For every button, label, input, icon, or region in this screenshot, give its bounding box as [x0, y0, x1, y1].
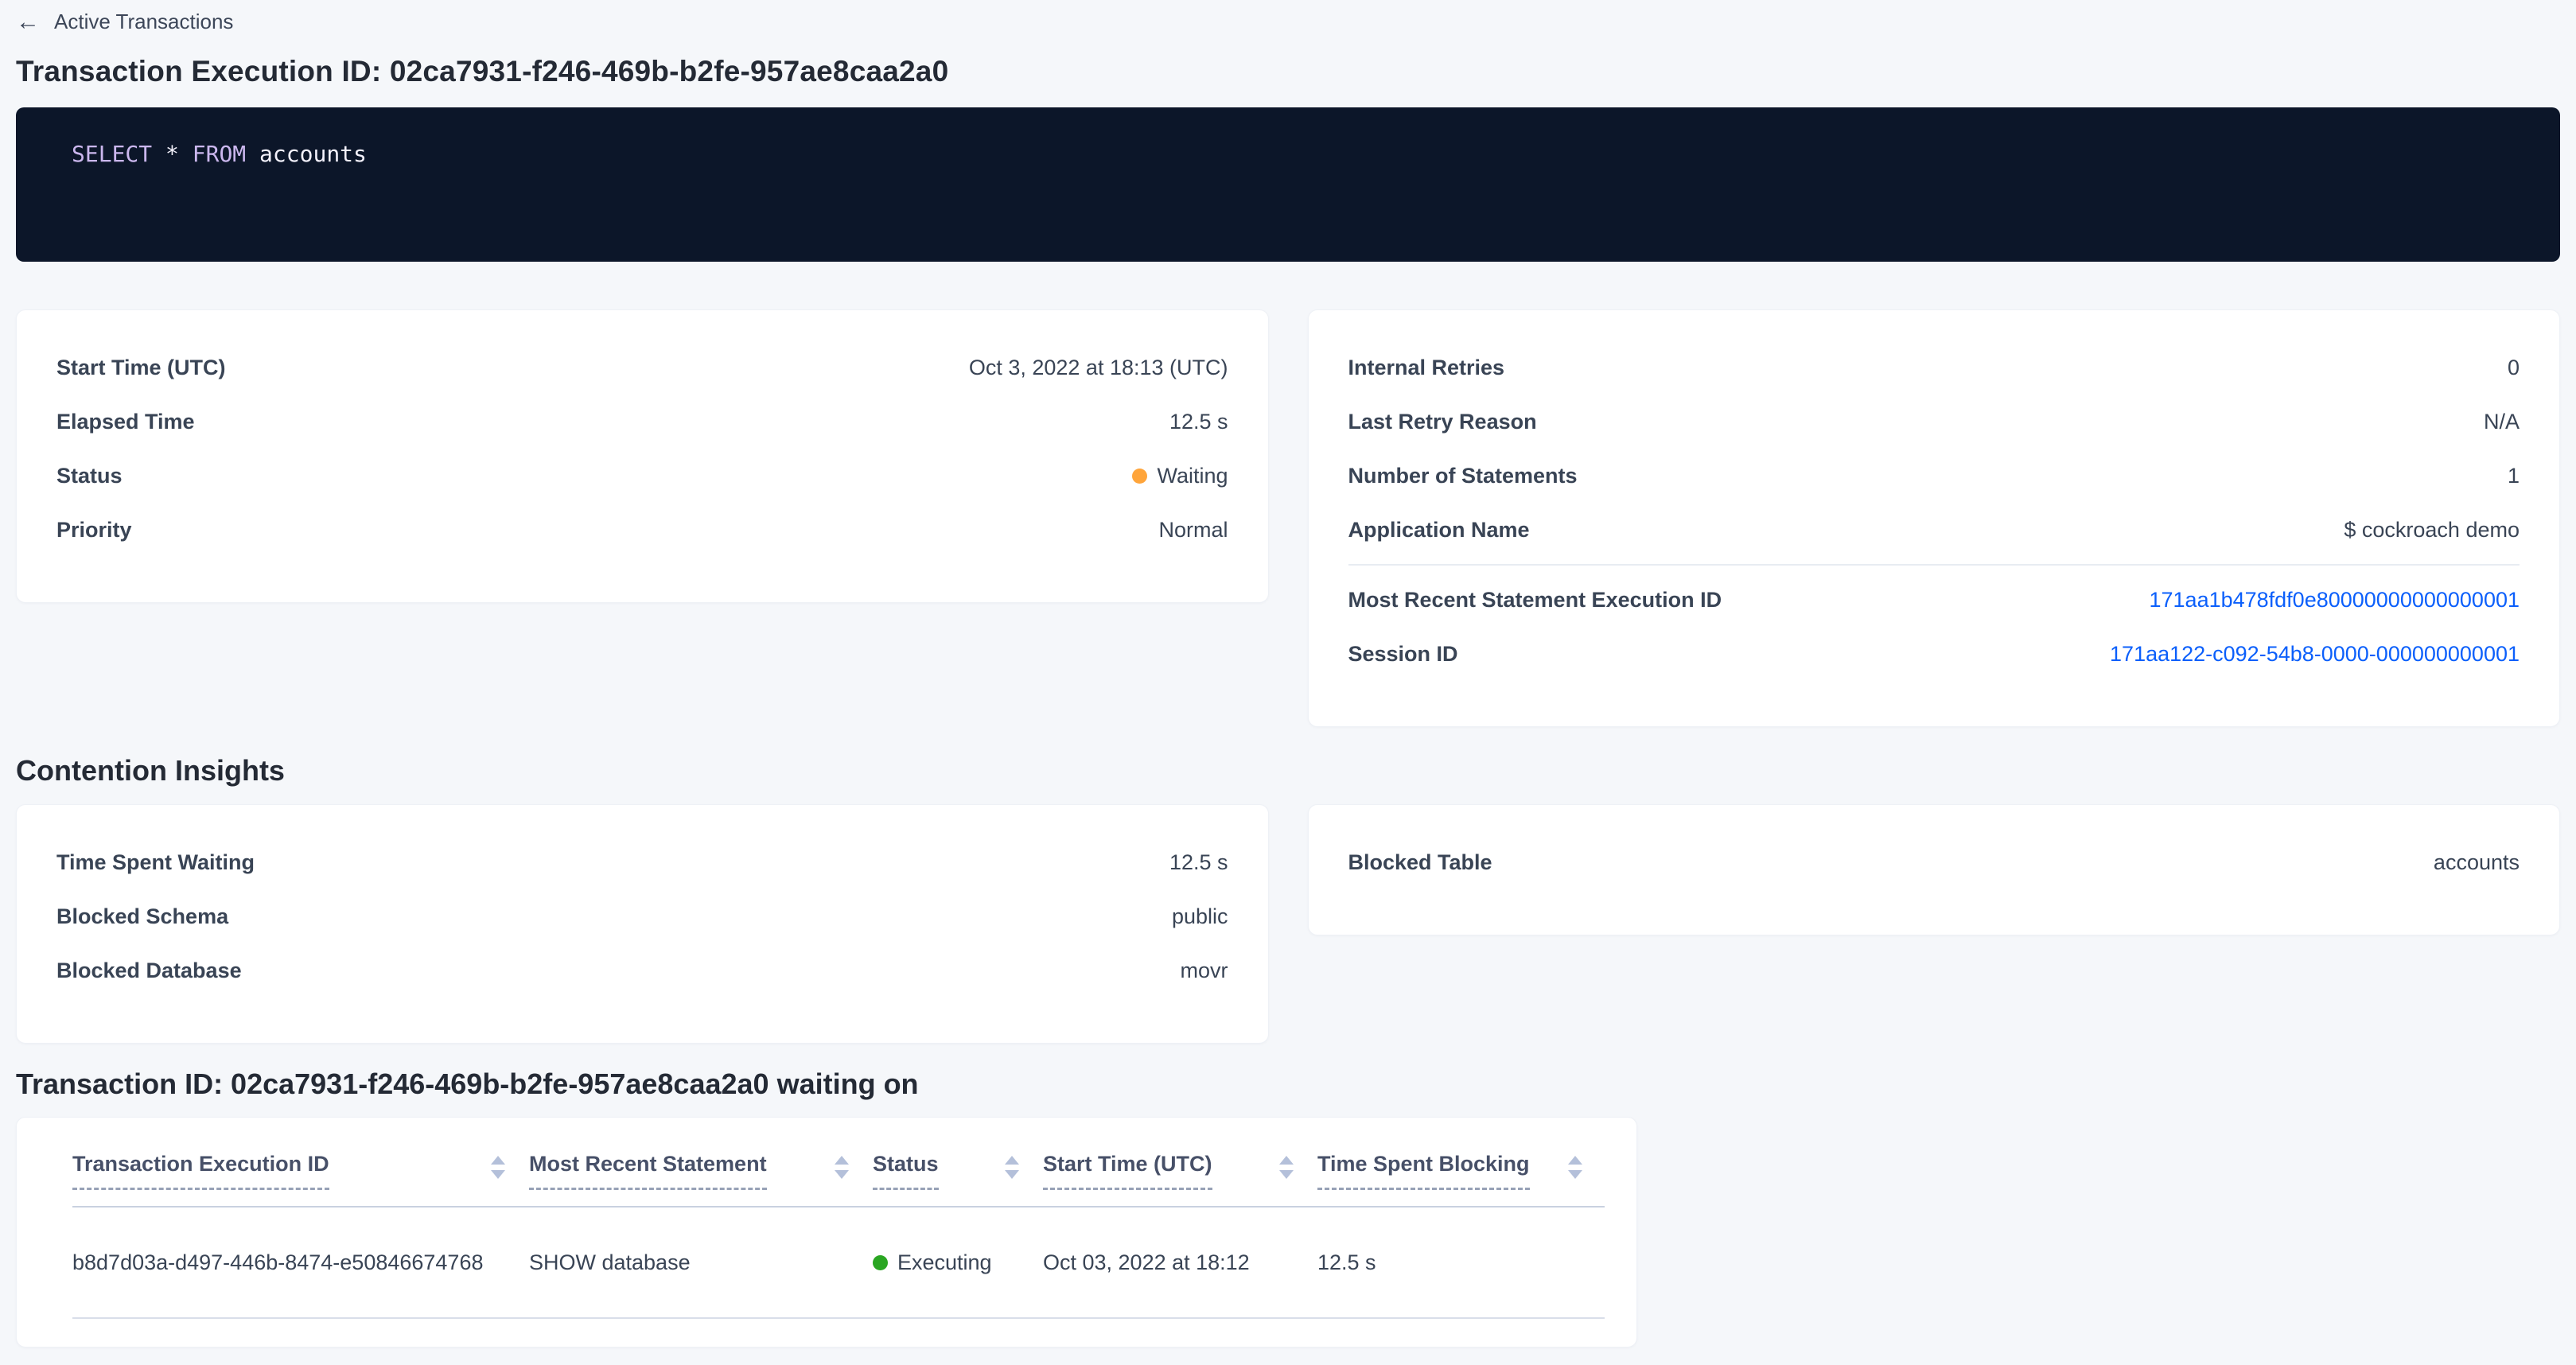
blocked-schema-label: Blocked Schema — [56, 904, 228, 929]
statement-execution-id-label: Most Recent Statement Execution ID — [1348, 588, 1722, 612]
contention-card-right: Blocked Table accounts — [1308, 804, 2561, 935]
time-spent-waiting-value: 12.5 s — [1169, 850, 1228, 875]
contention-cards-grid: Time Spent Waiting 12.5 s Blocked Schema… — [16, 804, 2560, 1044]
contention-card-left: Time Spent Waiting 12.5 s Blocked Schema… — [16, 804, 1269, 1044]
start-time-value: Oct 3, 2022 at 18:13 (UTC) — [969, 356, 1228, 380]
sort-asc-icon — [835, 1156, 849, 1165]
waiting-on-table-header-row: Transaction Execution ID Most Recent Sta… — [72, 1151, 1605, 1190]
application-name-value: $ cockroach demo — [2344, 518, 2520, 542]
blocked-table-value: accounts — [2434, 850, 2520, 875]
cell-most-recent-statement: SHOW database — [529, 1250, 873, 1275]
blocked-table-row: Blocked Table accounts — [1348, 835, 2520, 889]
session-id-link[interactable]: 171aa122-c092-54b8-0000-000000000001 — [2110, 642, 2520, 667]
sort-desc-icon — [491, 1170, 505, 1179]
column-header-label: Most Recent Statement — [529, 1151, 767, 1190]
back-arrow-icon: ← — [16, 10, 40, 34]
blocked-database-label: Blocked Database — [56, 959, 242, 983]
column-header-time-spent-blocking[interactable]: Time Spent Blocking — [1317, 1151, 1606, 1190]
transaction-summary-card-left: Start Time (UTC) Oct 3, 2022 at 18:13 (U… — [16, 309, 1269, 603]
number-of-statements-value: 1 — [2508, 464, 2520, 488]
sort-asc-icon — [1568, 1156, 1582, 1165]
last-retry-reason-value: N/A — [2484, 410, 2520, 434]
column-header-label: Time Spent Blocking — [1317, 1151, 1530, 1190]
time-spent-waiting-label: Time Spent Waiting — [56, 850, 255, 875]
status-value: Waiting — [1132, 464, 1228, 488]
sort-asc-icon — [1005, 1156, 1019, 1165]
transaction-summary-card-right: Internal Retries 0 Last Retry Reason N/A… — [1308, 309, 2561, 727]
column-header-status[interactable]: Status — [873, 1151, 1043, 1190]
column-header-most-recent-statement[interactable]: Most Recent Statement — [529, 1151, 873, 1190]
sort-desc-icon — [1279, 1170, 1294, 1179]
contention-insights-heading: Contention Insights — [16, 754, 2560, 788]
blocked-schema-row: Blocked Schema public — [56, 889, 1228, 943]
waiting-status-dot-icon — [1132, 469, 1147, 484]
status-row: Status Waiting — [56, 449, 1228, 503]
start-time-row: Start Time (UTC) Oct 3, 2022 at 18:13 (U… — [56, 340, 1228, 395]
column-header-transaction-execution-id[interactable]: Transaction Execution ID — [72, 1151, 529, 1190]
sort-desc-icon — [1568, 1170, 1582, 1179]
sql-star: * — [165, 141, 179, 167]
application-name-label: Application Name — [1348, 518, 1530, 542]
sql-keyword-select: SELECT — [72, 141, 152, 167]
sort-icon — [1005, 1151, 1019, 1179]
sort-desc-icon — [835, 1170, 849, 1179]
application-name-row: Application Name $ cockroach demo — [1348, 503, 2520, 557]
sort-icon — [1568, 1151, 1582, 1179]
sql-statement-text: SELECT * FROM accounts — [72, 141, 2504, 168]
sort-icon — [835, 1151, 849, 1179]
cell-status-text: Executing — [897, 1250, 992, 1275]
statement-execution-id-link[interactable]: 171aa1b478fdf0e80000000000000001 — [2150, 588, 2520, 612]
page-title: Transaction Execution ID: 02ca7931-f246-… — [16, 55, 2560, 88]
internal-retries-value: 0 — [2508, 356, 2520, 380]
session-id-row: Session ID 171aa122-c092-54b8-0000-00000… — [1348, 627, 2520, 681]
last-retry-reason-row: Last Retry Reason N/A — [1348, 395, 2520, 449]
time-spent-waiting-row: Time Spent Waiting 12.5 s — [56, 835, 1228, 889]
sort-icon — [491, 1151, 505, 1179]
summary-cards-grid: Start Time (UTC) Oct 3, 2022 at 18:13 (U… — [16, 309, 2560, 727]
transaction-details-page: ← Active Transactions Transaction Execut… — [0, 0, 2576, 1348]
sql-keyword-from: FROM — [193, 141, 246, 167]
status-label: Status — [56, 464, 123, 488]
cell-status: Executing — [873, 1250, 1043, 1275]
start-time-label: Start Time (UTC) — [56, 356, 226, 380]
back-link-label: Active Transactions — [54, 10, 233, 34]
sort-asc-icon — [1279, 1156, 1294, 1165]
sql-table-identifier: accounts — [259, 141, 367, 167]
number-of-statements-row: Number of Statements 1 — [1348, 449, 2520, 503]
table-row: b8d7d03a-d497-446b-8474-e50846674768 SHO… — [72, 1208, 1605, 1319]
blocked-schema-value: public — [1172, 904, 1228, 929]
last-retry-reason-label: Last Retry Reason — [1348, 410, 1537, 434]
executing-status-dot-icon — [873, 1255, 888, 1270]
blocked-database-value: movr — [1181, 959, 1228, 983]
internal-retries-row: Internal Retries 0 — [1348, 340, 2520, 395]
cell-time-spent-blocking: 12.5 s — [1317, 1250, 1606, 1275]
sort-asc-icon — [491, 1156, 505, 1165]
column-header-label: Status — [873, 1151, 939, 1190]
back-to-active-transactions-link[interactable]: ← Active Transactions — [16, 10, 233, 34]
waiting-on-heading: Transaction ID: 02ca7931-f246-469b-b2fe-… — [16, 1068, 2560, 1101]
cell-transaction-execution-id: b8d7d03a-d497-446b-8474-e50846674768 — [72, 1250, 529, 1275]
sql-statement-box: SELECT * FROM accounts — [16, 107, 2560, 262]
priority-label: Priority — [56, 518, 132, 542]
statement-execution-id-row: Most Recent Statement Execution ID 171aa… — [1348, 573, 2520, 627]
waiting-on-table-card: Transaction Execution ID Most Recent Sta… — [16, 1117, 1637, 1348]
blocked-table-label: Blocked Table — [1348, 850, 1492, 875]
elapsed-time-row: Elapsed Time 12.5 s — [56, 395, 1228, 449]
number-of-statements-label: Number of Statements — [1348, 464, 1578, 488]
sort-icon — [1279, 1151, 1294, 1179]
card-divider — [1348, 564, 2520, 566]
session-id-label: Session ID — [1348, 642, 1458, 667]
column-header-label: Transaction Execution ID — [72, 1151, 329, 1190]
status-value-text: Waiting — [1157, 464, 1228, 488]
elapsed-time-value: 12.5 s — [1169, 410, 1228, 434]
priority-row: Priority Normal — [56, 503, 1228, 557]
blocked-database-row: Blocked Database movr — [56, 943, 1228, 998]
elapsed-time-label: Elapsed Time — [56, 410, 195, 434]
column-header-start-time[interactable]: Start Time (UTC) — [1043, 1151, 1317, 1190]
internal-retries-label: Internal Retries — [1348, 356, 1505, 380]
priority-value: Normal — [1158, 518, 1228, 542]
sort-desc-icon — [1005, 1170, 1019, 1179]
column-header-label: Start Time (UTC) — [1043, 1151, 1212, 1190]
cell-start-time: Oct 03, 2022 at 18:12 — [1043, 1250, 1317, 1275]
